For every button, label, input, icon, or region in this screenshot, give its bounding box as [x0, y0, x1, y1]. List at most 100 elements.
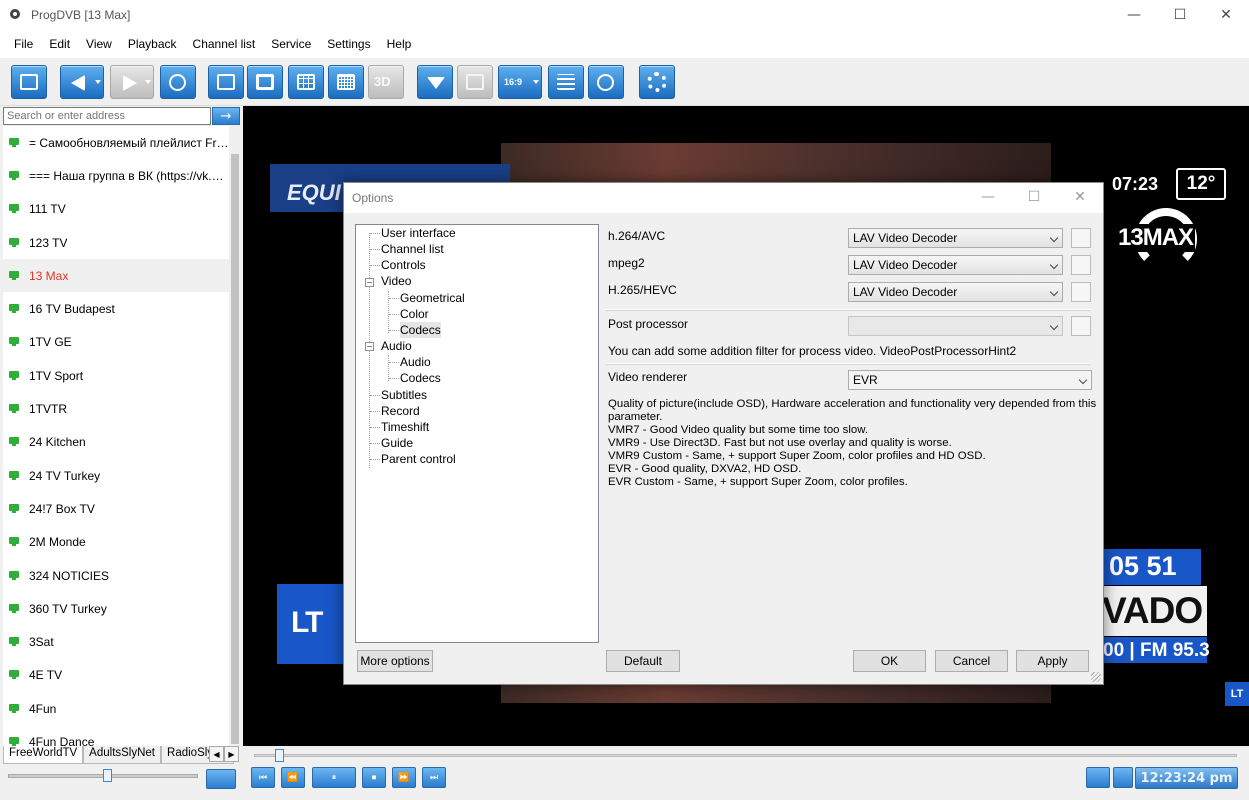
tree-item-audio-sub[interactable]: Audio [400, 354, 431, 370]
channel-item[interactable]: 123 TV [3, 226, 229, 259]
record-icon[interactable] [417, 65, 453, 99]
teletext-icon[interactable] [457, 65, 493, 99]
channel-item[interactable]: 1TV Sport [3, 359, 229, 392]
channel-item[interactable]: 24 Kitchen [3, 426, 229, 459]
minimize-button[interactable]: — [1111, 0, 1157, 30]
dialog-close-button[interactable]: ✕ [1057, 183, 1103, 211]
codec-select-hevc[interactable]: LAV Video Decoder [848, 282, 1063, 302]
tree-item-subtitles[interactable]: Subtitles [381, 387, 427, 403]
tree-item-timeshift[interactable]: Timeshift [381, 419, 429, 435]
menu-channel-list[interactable]: Channel list [185, 37, 264, 51]
channel-item[interactable]: 324 NOTICIES [3, 559, 229, 592]
channel-item[interactable]: 24!7 Box TV [3, 492, 229, 525]
channel-item[interactable]: 1TV GE [3, 326, 229, 359]
channel-item[interactable]: 24 TV Turkey [3, 459, 229, 492]
channel-item[interactable]: = Самообновляемый плейлист Free... [3, 126, 229, 159]
progress-knob[interactable] [274, 749, 284, 762]
maximize-button[interactable]: ☐ [1157, 0, 1203, 30]
channel-item-active[interactable]: 13 Max [3, 259, 229, 293]
menu-edit[interactable]: Edit [41, 37, 78, 51]
audio-icon[interactable] [206, 769, 236, 789]
channel-item[interactable]: 360 TV Turkey [3, 592, 229, 625]
volume-slider[interactable] [8, 769, 198, 782]
rewind-icon[interactable]: ⏪ [281, 767, 305, 788]
channel-item[interactable]: 4E TV [3, 659, 229, 692]
search-icon[interactable] [160, 65, 196, 99]
menu-help[interactable]: Help [379, 37, 420, 51]
tab-freeworldtv[interactable]: FreeWorldTV [3, 746, 84, 764]
close-button[interactable]: ✕ [1203, 0, 1249, 30]
tree-item-channel-list[interactable]: Channel list [381, 241, 444, 257]
go-button[interactable]: → [212, 107, 240, 125]
fullscreen-icon[interactable] [247, 65, 283, 99]
channel-item[interactable]: 2M Monde [3, 526, 229, 559]
epg-icon[interactable] [548, 65, 584, 99]
codec-settings-h264[interactable] [1071, 228, 1091, 248]
tree-item-audio[interactable]: Audio [381, 338, 412, 354]
codec-settings-mpeg2[interactable] [1071, 255, 1091, 275]
channel-list-icon[interactable] [11, 65, 47, 99]
mosaic-icon[interactable] [328, 65, 364, 99]
prev-icon[interactable]: ⏮ [251, 767, 275, 788]
channel-item[interactable]: 16 TV Budapest [3, 292, 229, 325]
tab-adultsslynet[interactable]: AdultsSlyNet [83, 746, 162, 764]
ok-button[interactable]: OK [853, 650, 926, 672]
post-processor-select[interactable] [848, 316, 1063, 336]
tree-item-user-interface[interactable]: User interface [381, 225, 456, 241]
channel-item[interactable]: 3Sat [3, 625, 229, 658]
channel-item[interactable]: 111 TV [3, 193, 229, 226]
dialog-minimize-button[interactable]: — [965, 183, 1011, 211]
tree-item-audio-codecs[interactable]: Codecs [400, 370, 441, 386]
cancel-button[interactable]: Cancel [935, 650, 1008, 672]
tree-item-record[interactable]: Record [381, 403, 420, 419]
menu-settings[interactable]: Settings [319, 37, 378, 51]
channel-item[interactable]: 1TVTR [3, 392, 229, 425]
tree-item-guide[interactable]: Guide [381, 435, 413, 451]
codec-select-mpeg2[interactable]: LAV Video Decoder [848, 255, 1063, 275]
scheduler-icon[interactable] [588, 65, 624, 99]
tree-item-parent-control[interactable]: Parent control [381, 451, 456, 467]
settings-icon[interactable] [639, 65, 675, 99]
progress-slider[interactable] [254, 749, 1237, 762]
tree-item-geometrical[interactable]: Geometrical [400, 290, 465, 306]
fast-forward-icon[interactable]: ⏩ [392, 767, 416, 788]
sort-icon[interactable] [1086, 767, 1110, 788]
scrollbar-thumb[interactable] [231, 154, 239, 744]
channel-item[interactable]: 4Fun Dance [3, 725, 229, 746]
menu-service[interactable]: Service [263, 37, 319, 51]
post-processor-settings[interactable] [1071, 316, 1091, 336]
dialog-maximize-button[interactable]: ☐ [1011, 183, 1057, 211]
video-renderer-select[interactable]: EVR [848, 370, 1092, 390]
resize-grip-icon[interactable] [1091, 672, 1101, 682]
back-icon[interactable] [60, 65, 104, 99]
tab-right-icon[interactable]: ▶ [224, 746, 239, 762]
split-view-icon[interactable] [288, 65, 324, 99]
menu-file[interactable]: File [6, 37, 41, 51]
tree-item-video[interactable]: Video [381, 273, 411, 289]
codec-settings-hevc[interactable] [1071, 282, 1091, 302]
3d-icon[interactable]: 3D [368, 65, 404, 99]
pause-icon[interactable]: ⏸ [312, 767, 356, 788]
clock-icon[interactable] [1113, 767, 1133, 788]
codec-select-h264[interactable]: LAV Video Decoder [848, 228, 1063, 248]
tree-item-video-codecs[interactable]: Codecs [400, 322, 441, 338]
channel-item[interactable]: 4Fun [3, 692, 229, 725]
channel-item[interactable]: === Наша группа в ВК (https://vk.com... [3, 159, 229, 192]
next-icon[interactable]: ⏭ [422, 767, 446, 788]
tree-item-color[interactable]: Color [400, 306, 429, 322]
more-options-button[interactable]: More options [357, 650, 433, 672]
apply-button[interactable]: Apply [1016, 650, 1089, 672]
stop-icon[interactable]: ⏹ [362, 767, 386, 788]
tab-left-icon[interactable]: ◀ [209, 746, 224, 762]
forward-icon[interactable] [110, 65, 154, 99]
default-button[interactable]: Default [606, 650, 680, 672]
channel-scrollbar[interactable] [230, 126, 240, 746]
window-icon[interactable] [208, 65, 244, 99]
search-input[interactable] [3, 107, 211, 125]
menu-playback[interactable]: Playback [120, 37, 185, 51]
tree-item-controls[interactable]: Controls [381, 257, 426, 273]
aspect-icon[interactable]: 16:9 [498, 65, 542, 99]
expand-audio-icon[interactable]: − [365, 342, 374, 351]
volume-knob[interactable] [102, 769, 112, 782]
menu-view[interactable]: View [78, 37, 120, 51]
